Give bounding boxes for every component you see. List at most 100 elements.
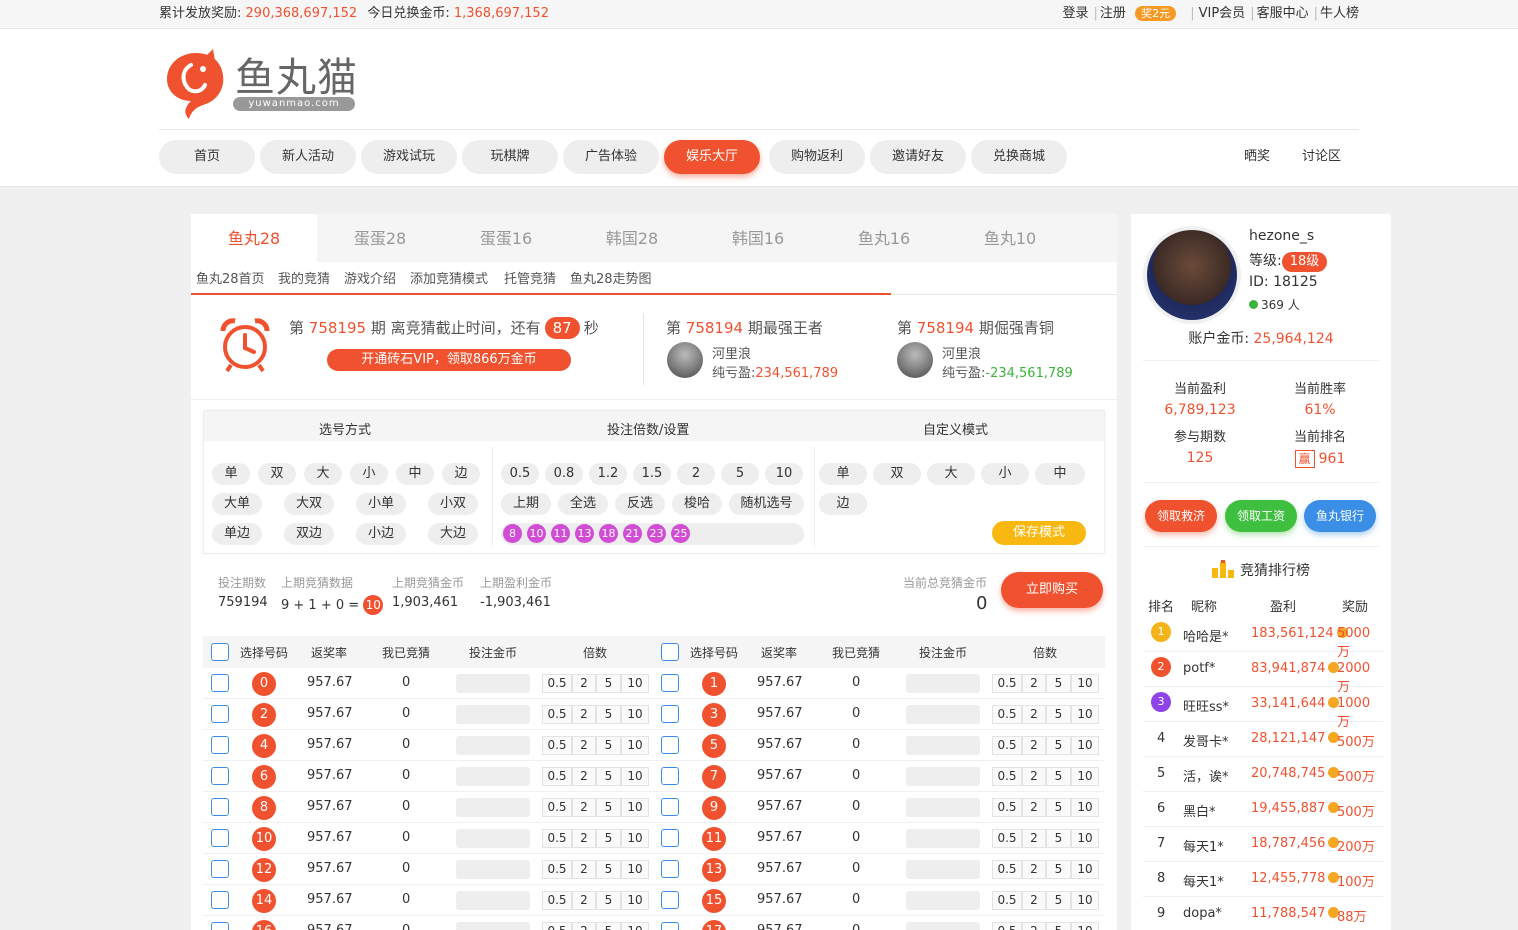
multiplier-button[interactable]: 5 (596, 922, 621, 930)
ball[interactable]: 18 (599, 524, 618, 543)
bet-amount-input[interactable] (456, 922, 530, 930)
custom-even[interactable]: 双 (873, 463, 921, 485)
pick-big-edge[interactable]: 大边 (428, 523, 478, 545)
multiplier-button[interactable]: 10 (1071, 767, 1099, 786)
tab-yuwan16[interactable]: 鱼丸16 (821, 214, 947, 262)
multiplier-button[interactable]: 5 (1046, 829, 1071, 848)
multiplier-button[interactable]: 10 (1071, 829, 1099, 848)
multiplier-button[interactable]: 0.5 (542, 922, 572, 930)
multiplier-button[interactable]: 2 (1022, 705, 1046, 724)
number-ball[interactable]: 16 (252, 920, 276, 930)
multiplier-10[interactable]: 10 (765, 463, 803, 485)
multiplier-button[interactable]: 2 (1022, 736, 1046, 755)
pick-small-even[interactable]: 小双 (428, 493, 478, 515)
bet-amount-input[interactable] (906, 922, 980, 930)
bet-amount-input[interactable] (456, 829, 530, 848)
number-ball[interactable]: 9 (702, 796, 726, 820)
number-checkbox[interactable] (211, 860, 229, 878)
bet-amount-input[interactable] (906, 829, 980, 848)
number-checkbox[interactable] (661, 736, 679, 754)
nav-game-trial[interactable]: 游戏试玩 (361, 140, 457, 174)
number-ball[interactable]: 0 (252, 672, 276, 696)
subnav-my-bets[interactable]: 我的竞猜 (278, 268, 330, 287)
bet-amount-input[interactable] (906, 767, 980, 786)
multiplier-button[interactable]: 10 (1071, 798, 1099, 817)
bronze-avatar[interactable] (897, 342, 933, 378)
salary-button[interactable]: 领取工资 (1225, 500, 1297, 532)
multiplier-button[interactable]: 0.5 (542, 674, 572, 693)
multiplier-button[interactable]: 0.5 (542, 891, 572, 910)
bet-amount-input[interactable] (456, 860, 530, 879)
ball[interactable]: 25 (671, 524, 690, 543)
multiplier-button[interactable]: 5 (1046, 736, 1071, 755)
number-checkbox[interactable] (211, 891, 229, 909)
service-link[interactable]: 客服中心 (1257, 6, 1309, 21)
number-ball[interactable]: 11 (702, 827, 726, 851)
vip-link[interactable]: VIP会员 (1199, 6, 1246, 21)
subnav-trend[interactable]: 鱼丸28走势图 (570, 268, 652, 287)
multiplier-button[interactable]: 5 (1046, 674, 1071, 693)
multiplier-button[interactable]: 10 (621, 891, 649, 910)
number-checkbox[interactable] (211, 705, 229, 723)
multiplier-button[interactable]: 0.5 (992, 736, 1022, 755)
ranking-link[interactable]: 牛人榜 (1320, 6, 1359, 21)
number-checkbox[interactable] (661, 798, 679, 816)
subnav-add-mode[interactable]: 添加竞猜模式 (410, 268, 488, 287)
multiplier-1-5[interactable]: 1.5 (633, 463, 671, 485)
number-ball[interactable]: 12 (252, 858, 276, 882)
multiplier-button[interactable]: 10 (621, 860, 649, 879)
multiplier-button[interactable]: 5 (1046, 922, 1071, 930)
pick-edge[interactable]: 边 (442, 463, 480, 485)
multiplier-5[interactable]: 5 (721, 463, 759, 485)
multiplier-button[interactable]: 5 (1046, 705, 1071, 724)
nav-invite[interactable]: 邀请好友 (870, 140, 966, 174)
multiplier-button[interactable]: 10 (1071, 736, 1099, 755)
multiplier-button[interactable]: 0.5 (992, 705, 1022, 724)
subnav-intro[interactable]: 游戏介绍 (344, 268, 396, 287)
ball[interactable]: 21 (623, 524, 642, 543)
number-ball[interactable]: 2 (252, 703, 276, 727)
action-random[interactable]: 随机选号 (729, 493, 804, 515)
multiplier-button[interactable]: 5 (1046, 891, 1071, 910)
number-ball[interactable]: 7 (702, 765, 726, 789)
custom-big[interactable]: 大 (927, 463, 975, 485)
multiplier-button[interactable]: 2 (572, 860, 596, 879)
number-checkbox[interactable] (661, 767, 679, 785)
multiplier-button[interactable]: 2 (572, 736, 596, 755)
pick-odd[interactable]: 单 (212, 463, 250, 485)
multiplier-button[interactable]: 0.5 (542, 860, 572, 879)
multiplier-button[interactable]: 5 (1046, 798, 1071, 817)
multiplier-button[interactable]: 0.5 (992, 674, 1022, 693)
bet-amount-input[interactable] (456, 798, 530, 817)
bet-amount-input[interactable] (456, 891, 530, 910)
multiplier-button[interactable]: 0.5 (542, 705, 572, 724)
king-avatar[interactable] (667, 342, 703, 378)
multiplier-button[interactable]: 10 (621, 922, 649, 930)
tab-yuwan10[interactable]: 鱼丸10 (947, 214, 1073, 262)
nav-shopping[interactable]: 购物返利 (769, 140, 865, 174)
multiplier-button[interactable]: 0.5 (992, 829, 1022, 848)
bet-amount-input[interactable] (456, 767, 530, 786)
subnav-auto-bet[interactable]: 托管竞猜 (504, 268, 556, 287)
multiplier-button[interactable]: 5 (1046, 860, 1071, 879)
pick-even-edge[interactable]: 双边 (284, 523, 334, 545)
number-checkbox[interactable] (211, 674, 229, 692)
number-ball[interactable]: 4 (252, 734, 276, 758)
ball[interactable]: 10 (527, 524, 546, 543)
multiplier-button[interactable]: 10 (1071, 860, 1099, 879)
bet-amount-input[interactable] (456, 736, 530, 755)
number-ball[interactable]: 15 (702, 889, 726, 913)
pick-odd-edge[interactable]: 单边 (212, 523, 262, 545)
multiplier-button[interactable]: 10 (1071, 922, 1099, 930)
number-checkbox[interactable] (661, 705, 679, 723)
multiplier-button[interactable]: 0.5 (992, 767, 1022, 786)
multiplier-button[interactable]: 2 (1022, 922, 1046, 930)
save-mode-button[interactable]: 保存模式 (992, 521, 1086, 545)
multiplier-button[interactable]: 5 (596, 891, 621, 910)
number-ball[interactable]: 1 (702, 672, 726, 696)
multiplier-0-5[interactable]: 0.5 (501, 463, 539, 485)
custom-edge[interactable]: 边 (819, 493, 867, 515)
number-ball[interactable]: 13 (702, 858, 726, 882)
pick-big-odd[interactable]: 大单 (212, 493, 262, 515)
ball[interactable]: 23 (647, 524, 666, 543)
